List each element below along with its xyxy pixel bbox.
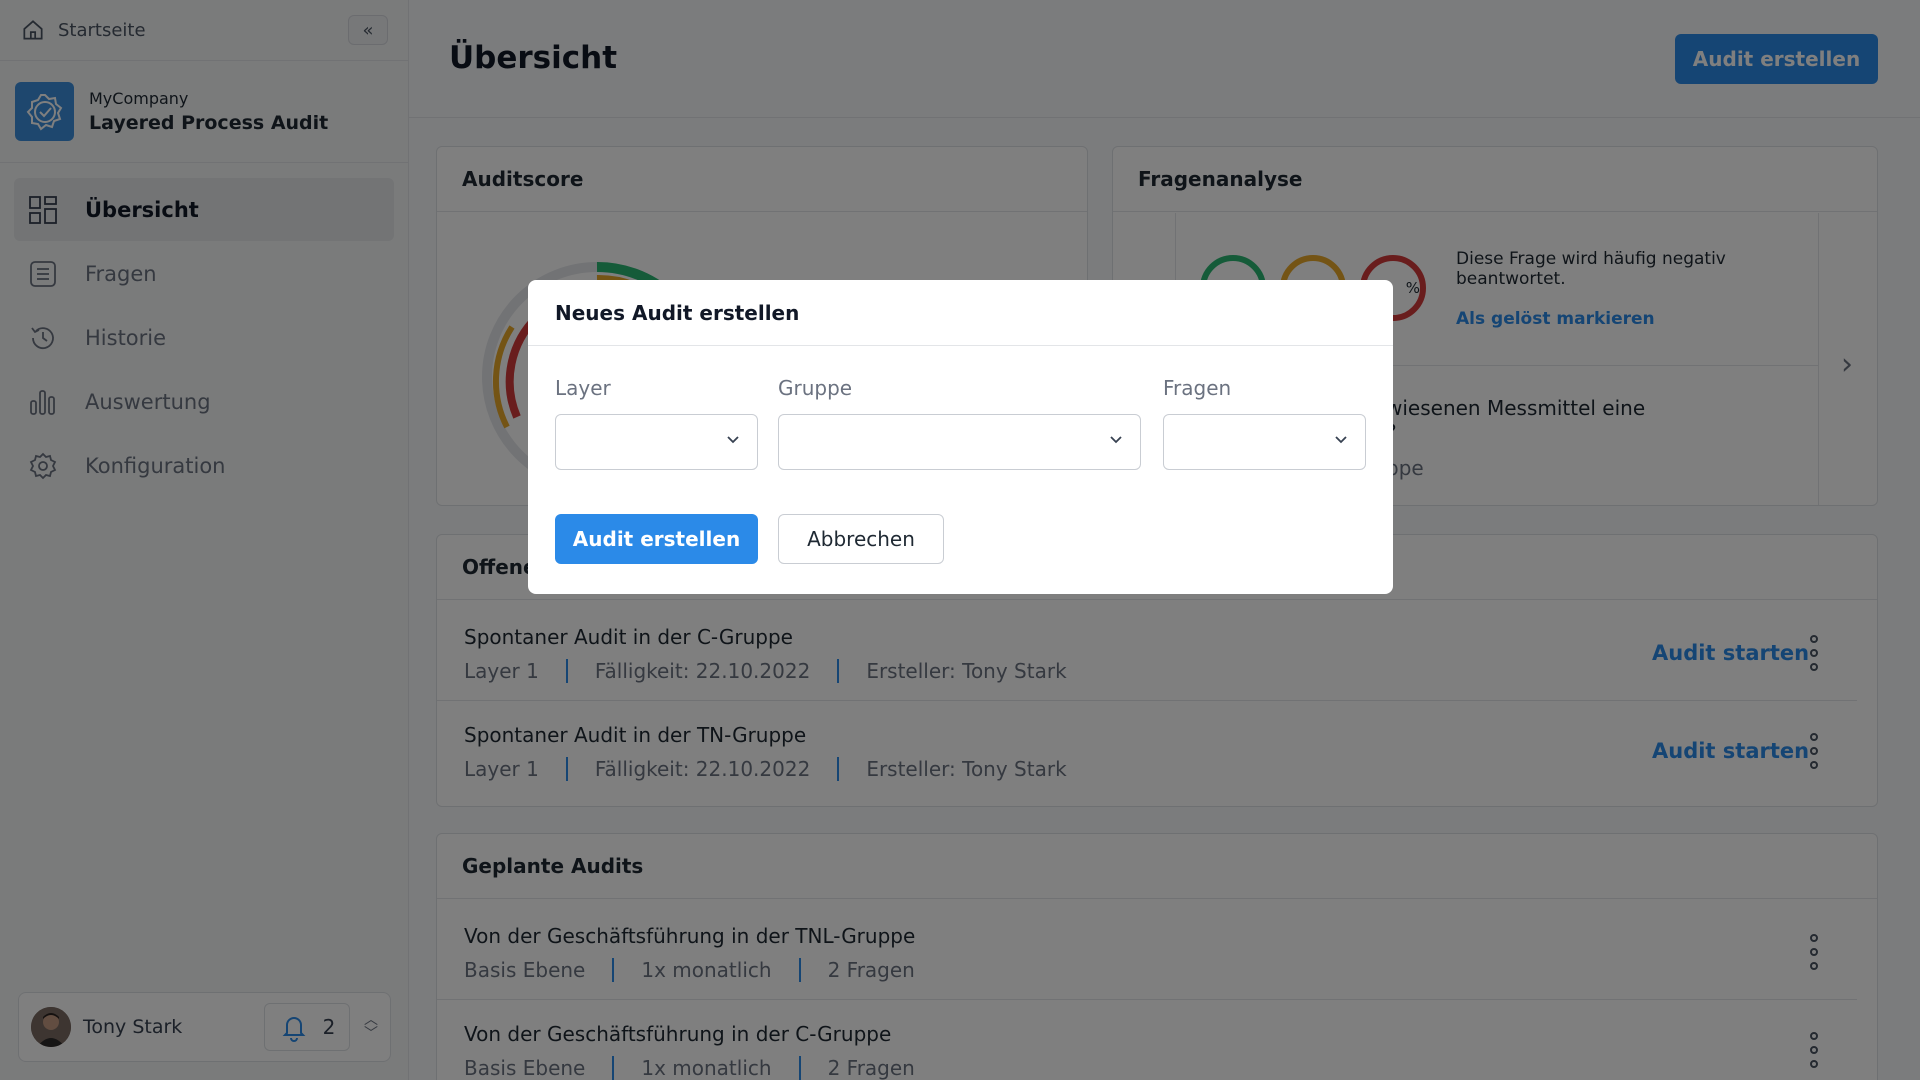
dialog-create-audit-button[interactable]: Audit erstellen [555,514,758,564]
chevron-down-icon [1335,436,1347,444]
chevron-down-icon [727,436,739,444]
chevron-down-icon [1110,436,1122,444]
questions-select[interactable] [1163,414,1366,470]
dialog-cancel-button[interactable]: Abbrechen [778,514,944,564]
new-audit-dialog: Neues Audit erstellen Layer Gruppe Frage… [528,280,1393,594]
questions-label: Fragen [1163,376,1232,400]
dialog-title: Neues Audit erstellen [528,280,1393,346]
group-label: Gruppe [778,376,853,400]
layer-select[interactable] [555,414,758,470]
group-select[interactable] [778,414,1141,470]
layer-label: Layer [555,376,611,400]
